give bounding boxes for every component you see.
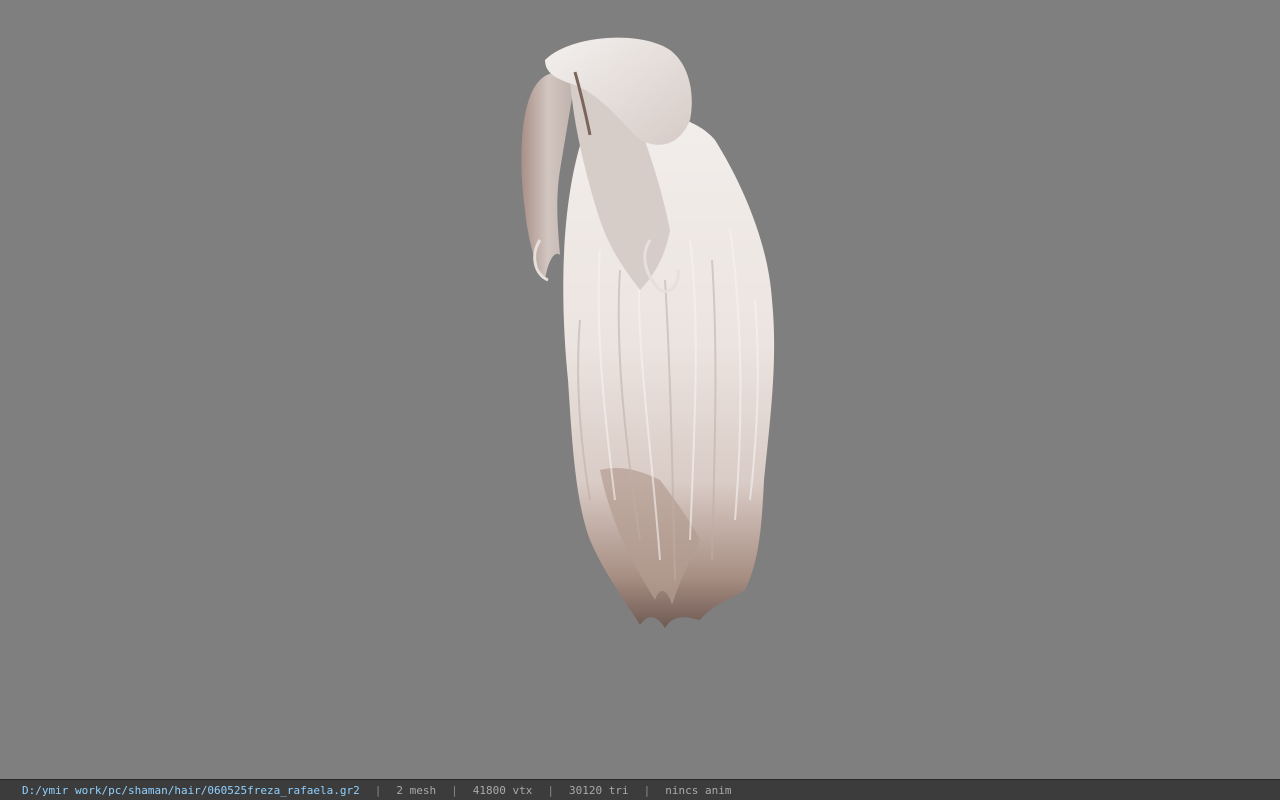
hair-model[interactable]	[0, 0, 1280, 779]
file-path: D:/ymir work/pc/shaman/hair/060525freza_…	[22, 783, 360, 797]
status-separator: |	[374, 783, 382, 797]
vertex-count: 41800 vtx	[472, 783, 533, 797]
status-bar: D:/ymir work/pc/shaman/hair/060525freza_…	[0, 779, 1280, 800]
triangle-count: 30120 tri	[569, 783, 629, 797]
status-separator: |	[643, 783, 651, 797]
status-separator: |	[547, 783, 554, 797]
mesh-count: 2 mesh	[396, 783, 437, 797]
3d-viewport[interactable]	[0, 0, 1280, 779]
status-separator: |	[451, 783, 458, 797]
animation-status: nincs anim	[665, 783, 732, 797]
